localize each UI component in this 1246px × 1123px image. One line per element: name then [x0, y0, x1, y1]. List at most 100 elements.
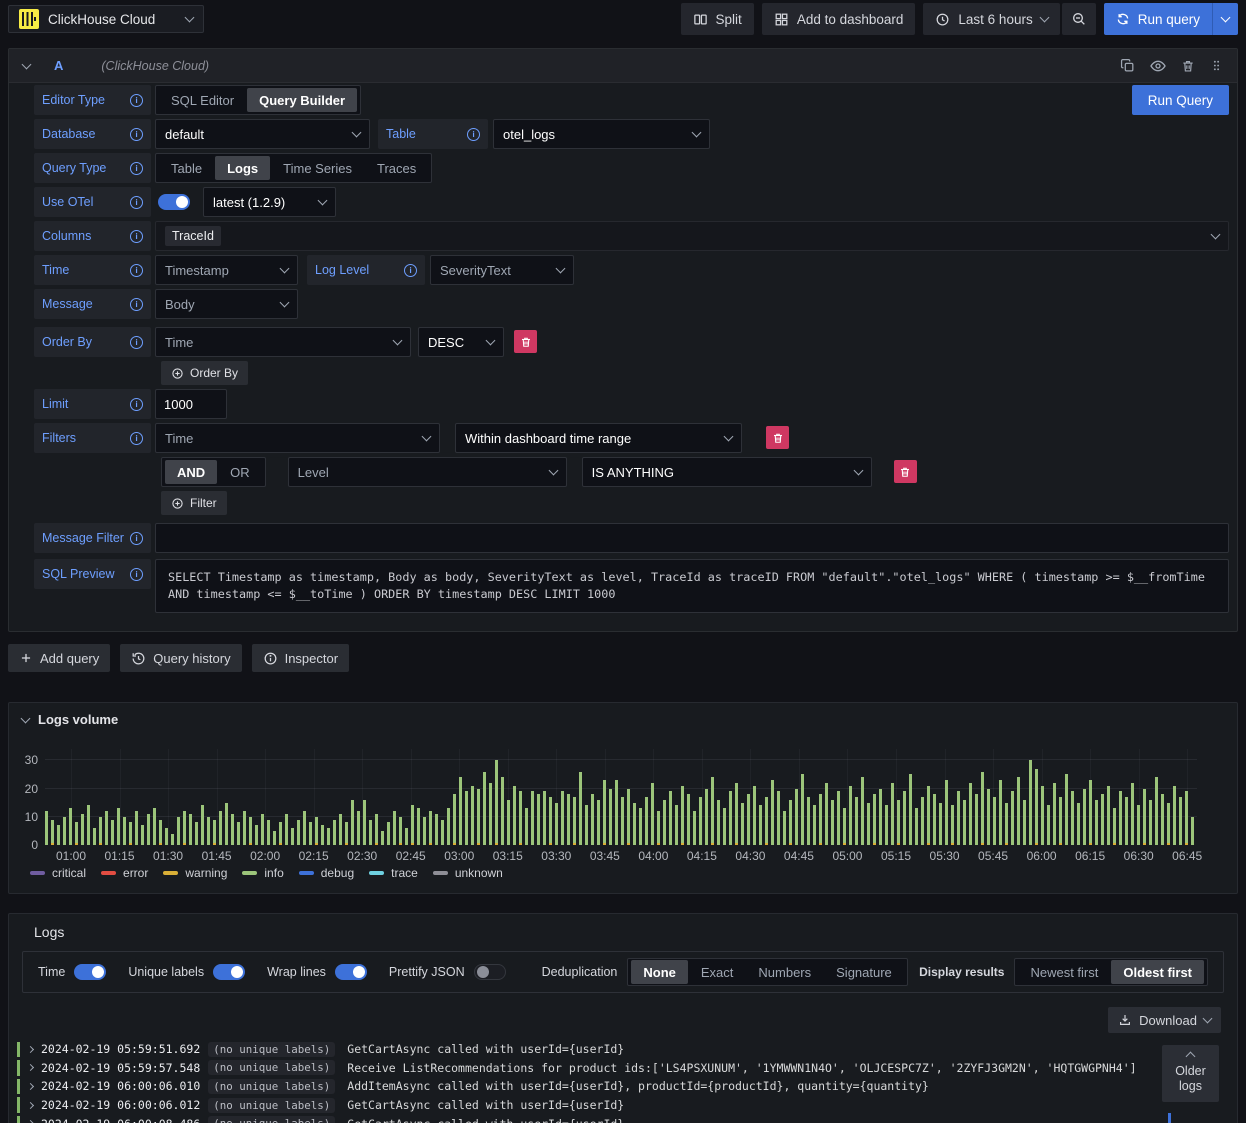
chart-plot-area[interactable]	[45, 749, 1197, 845]
volume-bar	[825, 782, 828, 845]
datasource-picker[interactable]: ClickHouse Cloud	[8, 5, 204, 33]
radio-option-query-builder[interactable]: Query Builder	[247, 88, 358, 112]
radio-option-signature[interactable]: Signature	[824, 960, 904, 984]
filter2-field-select[interactable]: Level	[287, 457, 567, 487]
volume-bar	[333, 819, 336, 845]
minimap-highlight-bar[interactable]	[1168, 1113, 1171, 1123]
legend-swatch	[432, 871, 448, 875]
message-filter-input[interactable]	[155, 523, 1229, 553]
volume-bar	[615, 780, 618, 845]
limit-input[interactable]	[155, 389, 227, 419]
legend-item-info[interactable]: info	[242, 866, 284, 880]
otel-version-select[interactable]: latest (1.2.9)	[203, 187, 336, 217]
columns-pill[interactable]: TraceId	[165, 226, 221, 246]
gridline	[750, 749, 752, 845]
time-range-label: Last 6 hours	[958, 11, 1033, 27]
filter2-operator-select[interactable]: IS ANYTHING	[581, 457, 872, 487]
remove-filter2-button[interactable]	[893, 460, 917, 483]
database-select[interactable]: default	[155, 119, 370, 149]
filter-field-select[interactable]: Time	[155, 423, 440, 453]
add-query-button[interactable]: Add query	[8, 644, 111, 672]
log-row[interactable]: 2024-02-19 06:00:06.012 (no unique labels…	[17, 1096, 1237, 1115]
radio-option-exact[interactable]: Exact	[689, 960, 746, 984]
add-to-dashboard-button[interactable]: Add to dashboard	[761, 3, 916, 35]
volume-bar	[579, 771, 582, 845]
radio-option-none[interactable]: None	[631, 960, 688, 984]
split-button[interactable]: Split	[680, 3, 754, 35]
legend-item-unknown[interactable]: unknown	[432, 866, 503, 880]
add-order-by-button[interactable]: Order By	[161, 361, 249, 385]
chevron-down-icon	[421, 431, 432, 442]
columns-multiselect[interactable]: TraceId	[155, 221, 1229, 251]
radio-option-table[interactable]: Table	[159, 156, 214, 180]
info-icon	[130, 397, 143, 411]
volume-bar	[555, 802, 558, 845]
older-logs-button[interactable]: Older logs	[1162, 1045, 1219, 1102]
order-by-field-select[interactable]: Time	[155, 327, 411, 357]
radio-option-and[interactable]: AND	[165, 460, 218, 484]
download-button[interactable]: Download	[1108, 1007, 1221, 1033]
legend-item-critical[interactable]: critical	[30, 866, 86, 880]
legend-item-trace[interactable]: trace	[369, 866, 418, 880]
volume-bar	[495, 760, 498, 845]
table-select[interactable]: otel_logs	[493, 119, 710, 149]
volume-bar	[981, 771, 984, 845]
unique-labels-toggle[interactable]	[213, 964, 246, 980]
collapse-chevron-icon[interactable]	[21, 59, 32, 69]
duplicate-query-icon[interactable]	[1120, 58, 1135, 73]
inspector-button[interactable]: Inspector	[251, 644, 350, 672]
time-toggle[interactable]	[74, 964, 107, 980]
run-query-button[interactable]: Run query	[1103, 3, 1212, 35]
legend-item-error[interactable]: error	[101, 866, 148, 880]
run-query-dropdown-button[interactable]	[1212, 3, 1238, 35]
legend-item-debug[interactable]: debug	[298, 866, 354, 880]
add-filter-button[interactable]: Filter	[161, 491, 227, 515]
volume-bar	[885, 805, 888, 845]
prettify-json-toggle[interactable]	[473, 964, 506, 980]
zoom-out-button[interactable]	[1061, 3, 1096, 35]
chevron-right-icon[interactable]	[26, 1045, 35, 1053]
legend-label: unknown	[454, 866, 503, 880]
volume-bar	[645, 797, 648, 845]
log-row[interactable]: 2024-02-19 06:00:06.010 (no unique labels…	[17, 1077, 1237, 1096]
radio-option-newest-first[interactable]: Newest first	[1018, 960, 1110, 984]
wrap-lines-toggle[interactable]	[334, 964, 367, 980]
radio-option-logs[interactable]: Logs	[215, 156, 271, 180]
hide-response-eye-icon[interactable]	[1150, 58, 1166, 74]
log-row[interactable]: 2024-02-19 06:00:08.486 (no unique labels…	[17, 1114, 1237, 1123]
order-by-direction-select[interactable]: DESC	[418, 327, 504, 357]
radio-option-oldest-first[interactable]: Oldest first	[1111, 960, 1204, 984]
collapse-chevron-icon[interactable]	[20, 713, 31, 723]
volume-bar	[177, 816, 180, 845]
filter-operator-select[interactable]: Within dashboard time range	[455, 423, 742, 453]
chevron-right-icon[interactable]	[26, 1064, 35, 1072]
logs-volume-header[interactable]: Logs volume	[9, 703, 1237, 727]
radio-option-time-series[interactable]: Time Series	[271, 156, 364, 180]
remove-query-trash-icon[interactable]	[1181, 59, 1195, 73]
run-query-inline-button[interactable]: Run Query	[1131, 85, 1229, 115]
time-range-button[interactable]: Last 6 hours	[923, 3, 1060, 35]
log-row[interactable]: 2024-02-19 05:59:57.548 (no unique labels…	[17, 1059, 1237, 1078]
remove-order-by-button[interactable]	[514, 330, 537, 353]
radio-option-or[interactable]: OR	[218, 460, 262, 484]
volume-bar	[105, 811, 108, 845]
radio-option-sql-editor[interactable]: SQL Editor	[159, 88, 246, 112]
chevron-right-icon[interactable]	[26, 1082, 35, 1091]
drag-handle-icon[interactable]	[1210, 59, 1223, 72]
legend-item-warning[interactable]: warning	[163, 866, 227, 880]
time-column-select[interactable]: Timestamp	[155, 255, 298, 285]
use-otel-toggle[interactable]	[158, 194, 190, 210]
message-column-select[interactable]: Body	[155, 289, 298, 319]
chevron-right-icon[interactable]	[26, 1101, 35, 1109]
volume-bar	[315, 816, 318, 845]
query-history-button[interactable]: Query history	[120, 644, 242, 672]
volume-bar	[729, 791, 732, 845]
x-tick-label: 03:30	[541, 849, 572, 863]
remove-filter-button[interactable]	[766, 426, 789, 449]
x-tick-label: 03:15	[492, 849, 523, 863]
log-row[interactable]: 2024-02-19 05:59:51.692 (no unique labels…	[17, 1040, 1237, 1059]
radio-option-traces[interactable]: Traces	[365, 156, 428, 180]
query-row-header[interactable]: A (ClickHouse Cloud)	[9, 49, 1237, 83]
radio-option-numbers[interactable]: Numbers	[746, 960, 823, 984]
log-level-select[interactable]: SeverityText	[430, 255, 574, 285]
